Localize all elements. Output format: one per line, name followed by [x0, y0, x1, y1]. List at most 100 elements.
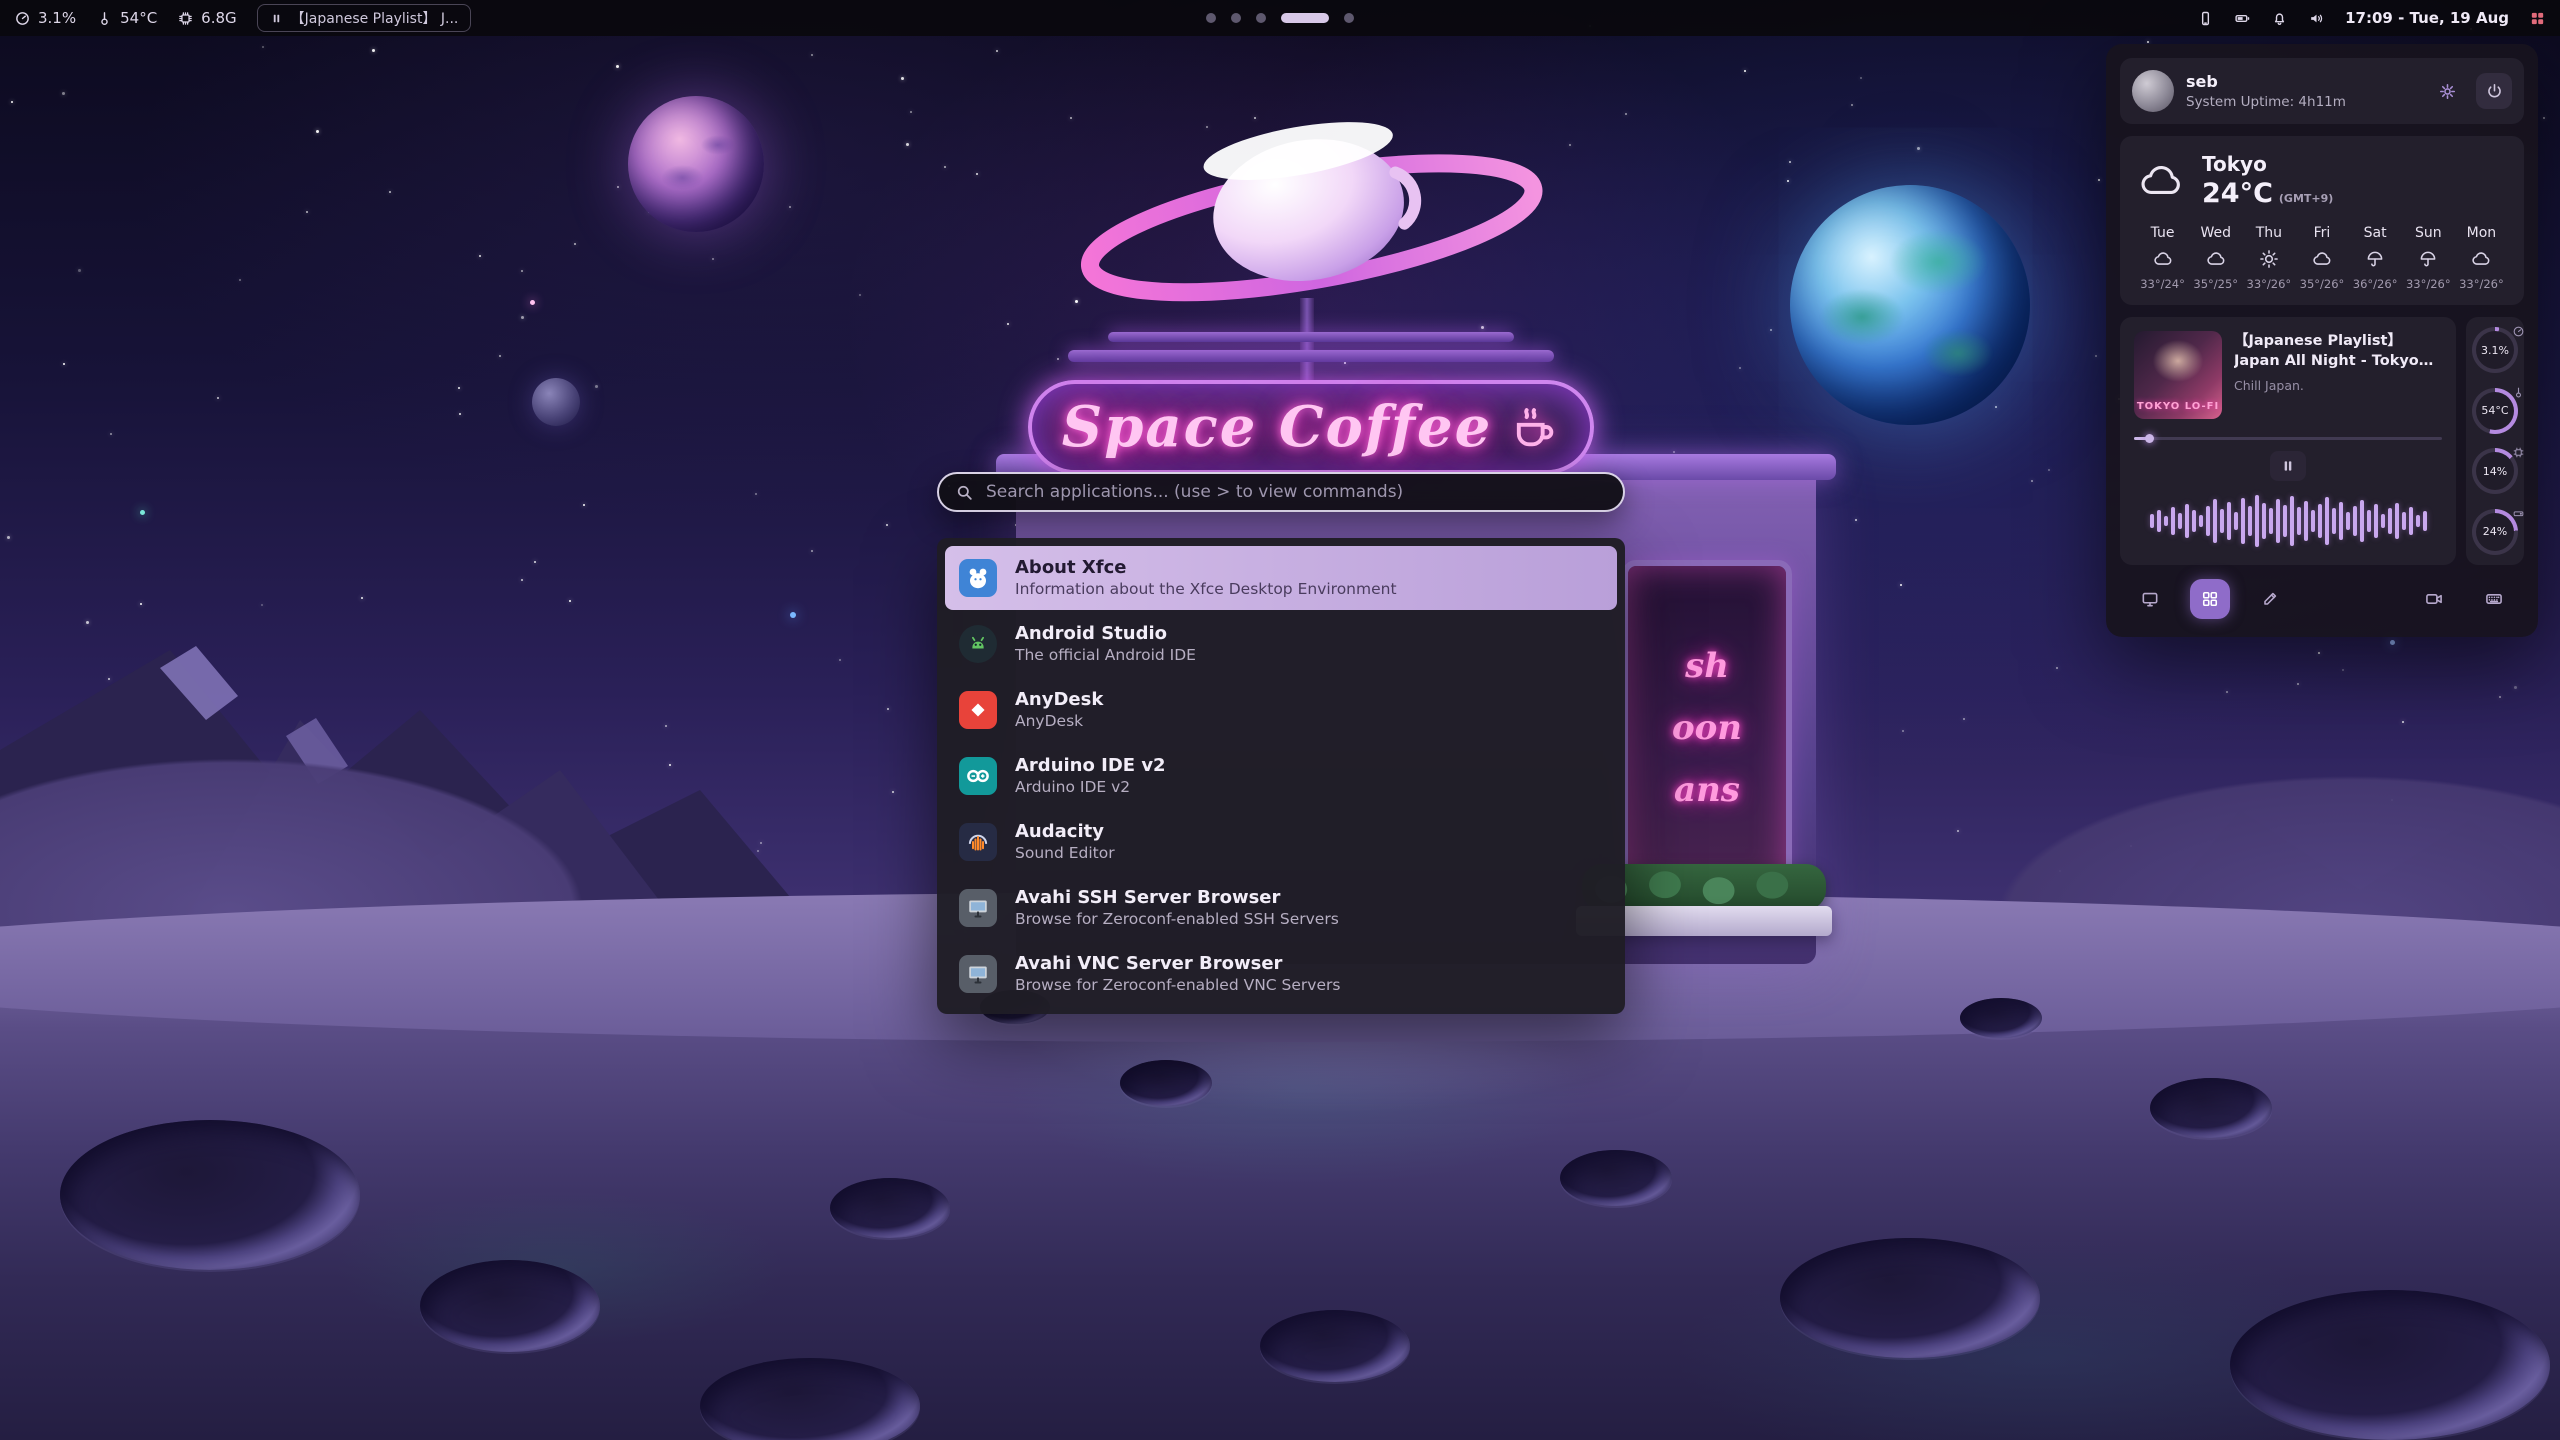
workspace-dot[interactable] — [1256, 13, 1266, 23]
settings-button[interactable] — [2430, 74, 2464, 108]
app-row-avahi-vnc[interactable]: Avahi VNC Server Browser Browse for Zero… — [945, 942, 1617, 1006]
music-widget[interactable]: 【Japanese Playlist】 J... — [257, 4, 472, 32]
waveform-bar — [2325, 497, 2329, 545]
waveform-bar — [2220, 509, 2224, 533]
memory-icon — [177, 10, 194, 27]
workspace-dot[interactable] — [1206, 13, 1216, 23]
workspace-dot-active[interactable] — [1281, 13, 1329, 23]
pause-icon — [2280, 458, 2296, 474]
app-desc: Sound Editor — [1015, 844, 1115, 863]
star — [617, 186, 619, 188]
top-bar: 3.1% 54°C 6.8G 【Japanese Playlist】 J... … — [0, 0, 2560, 36]
avahi-icon — [959, 889, 997, 927]
app-desc: AnyDesk — [1015, 712, 1103, 731]
disk-icon — [2512, 505, 2525, 518]
waveform-bar — [2171, 507, 2175, 535]
star — [1625, 113, 1627, 115]
music-progress-slider[interactable] — [2134, 433, 2442, 443]
avahi-icon — [959, 955, 997, 993]
star — [110, 433, 112, 435]
coffee-cup-icon — [1508, 401, 1560, 453]
app-name: Android Studio — [1015, 623, 1196, 646]
weather-card: Tokyo 24°C (GMT+9) Tue 33°/24° Wed 35°/2… — [2120, 136, 2524, 305]
clock[interactable]: 17:09 - Tue, 19 Aug — [2345, 9, 2509, 27]
waveform-bar — [2297, 507, 2301, 535]
cpu-value: 3.1% — [38, 9, 76, 27]
star — [1344, 362, 1346, 364]
xfce-mouse-icon — [959, 559, 997, 597]
app-row-audacity[interactable]: Audacity Sound Editor — [945, 810, 1617, 874]
rain-icon — [2417, 248, 2439, 270]
star — [1855, 519, 1857, 521]
disk-gauge: 24% — [2471, 509, 2519, 555]
star — [78, 269, 81, 272]
bell-icon[interactable] — [2271, 10, 2288, 27]
crater — [2150, 1078, 2272, 1138]
power-button[interactable] — [2476, 73, 2512, 109]
star — [372, 49, 375, 52]
workspace-dot[interactable] — [1231, 13, 1241, 23]
waveform-bar — [2346, 512, 2350, 530]
record-button[interactable] — [2414, 579, 2454, 619]
search-input[interactable] — [986, 482, 1607, 502]
planet-earth — [1790, 185, 2030, 425]
waveform-bar — [2178, 513, 2182, 529]
star — [2543, 117, 2545, 119]
cloud-icon — [2311, 248, 2333, 270]
waveform-bar — [2395, 503, 2399, 539]
space-coffee-sign: Space Coffee — [1028, 380, 1594, 474]
planet-moonlet — [532, 378, 580, 426]
app-row-anydesk[interactable]: AnyDesk AnyDesk — [945, 678, 1617, 742]
sign-ledge — [1108, 332, 1514, 342]
cpu-indicator: 3.1% — [14, 9, 76, 27]
star — [499, 355, 501, 357]
saturn-coffee-cup — [1040, 78, 1580, 328]
track-title: 【Japanese Playlist】 Japan All Night - To… — [2234, 331, 2442, 372]
crater — [700, 1358, 920, 1440]
phone-icon[interactable] — [2197, 10, 2214, 27]
app-row-about-xfce[interactable]: About Xfce Information about the Xfce De… — [945, 546, 1617, 610]
waveform-bar — [2416, 515, 2420, 527]
volume-icon[interactable] — [2308, 10, 2325, 27]
colorpicker-button[interactable] — [2250, 579, 2290, 619]
app-desc: Information about the Xfce Desktop Envir… — [1015, 580, 1397, 599]
forecast-day: Sun 33°/26° — [2402, 225, 2455, 291]
weather-temp: 24°C — [2202, 178, 2273, 209]
star — [996, 50, 998, 52]
app-desc: Arduino IDE v2 — [1015, 778, 1166, 797]
star — [1007, 323, 1009, 325]
progress-knob[interactable] — [2145, 434, 2154, 443]
app-name: Audacity — [1015, 821, 1115, 844]
star — [2095, 355, 2097, 357]
app-row-avahi-ssh[interactable]: Avahi SSH Server Browser Browse for Zero… — [945, 876, 1617, 940]
widgets-button[interactable] — [2190, 579, 2230, 619]
star — [63, 363, 65, 365]
waveform-bar — [2150, 514, 2154, 528]
workspace-indicator[interactable] — [1206, 0, 1354, 36]
launcher-search[interactable] — [937, 472, 1625, 512]
workspace-dot[interactable] — [1344, 13, 1354, 23]
user-name: seb — [2186, 72, 2418, 91]
battery-icon[interactable] — [2234, 10, 2251, 27]
eyedropper-icon — [2260, 589, 2280, 609]
star — [811, 550, 813, 552]
star — [901, 77, 904, 80]
waveform-bar — [2255, 495, 2259, 547]
waveform-bar — [2374, 504, 2378, 538]
pause-button[interactable] — [2270, 451, 2306, 481]
waveform-bar — [2248, 506, 2252, 536]
app-row-arduino[interactable]: Arduino IDE v2 Arduino IDE v2 — [945, 744, 1617, 808]
crater — [830, 1178, 950, 1238]
crater — [1120, 1060, 1212, 1106]
waveform-bar — [2192, 510, 2196, 532]
android-studio-icon — [959, 625, 997, 663]
thermometer-icon — [2512, 384, 2525, 397]
app-row-android-studio[interactable]: Android Studio The official Android IDE — [945, 612, 1617, 676]
display-button[interactable] — [2130, 579, 2170, 619]
keyboard-button[interactable] — [2474, 579, 2514, 619]
crater — [420, 1260, 600, 1352]
star — [1744, 70, 1746, 72]
star — [1851, 104, 1853, 106]
anydesk-icon — [959, 691, 997, 729]
grid-icon[interactable] — [2529, 10, 2546, 27]
